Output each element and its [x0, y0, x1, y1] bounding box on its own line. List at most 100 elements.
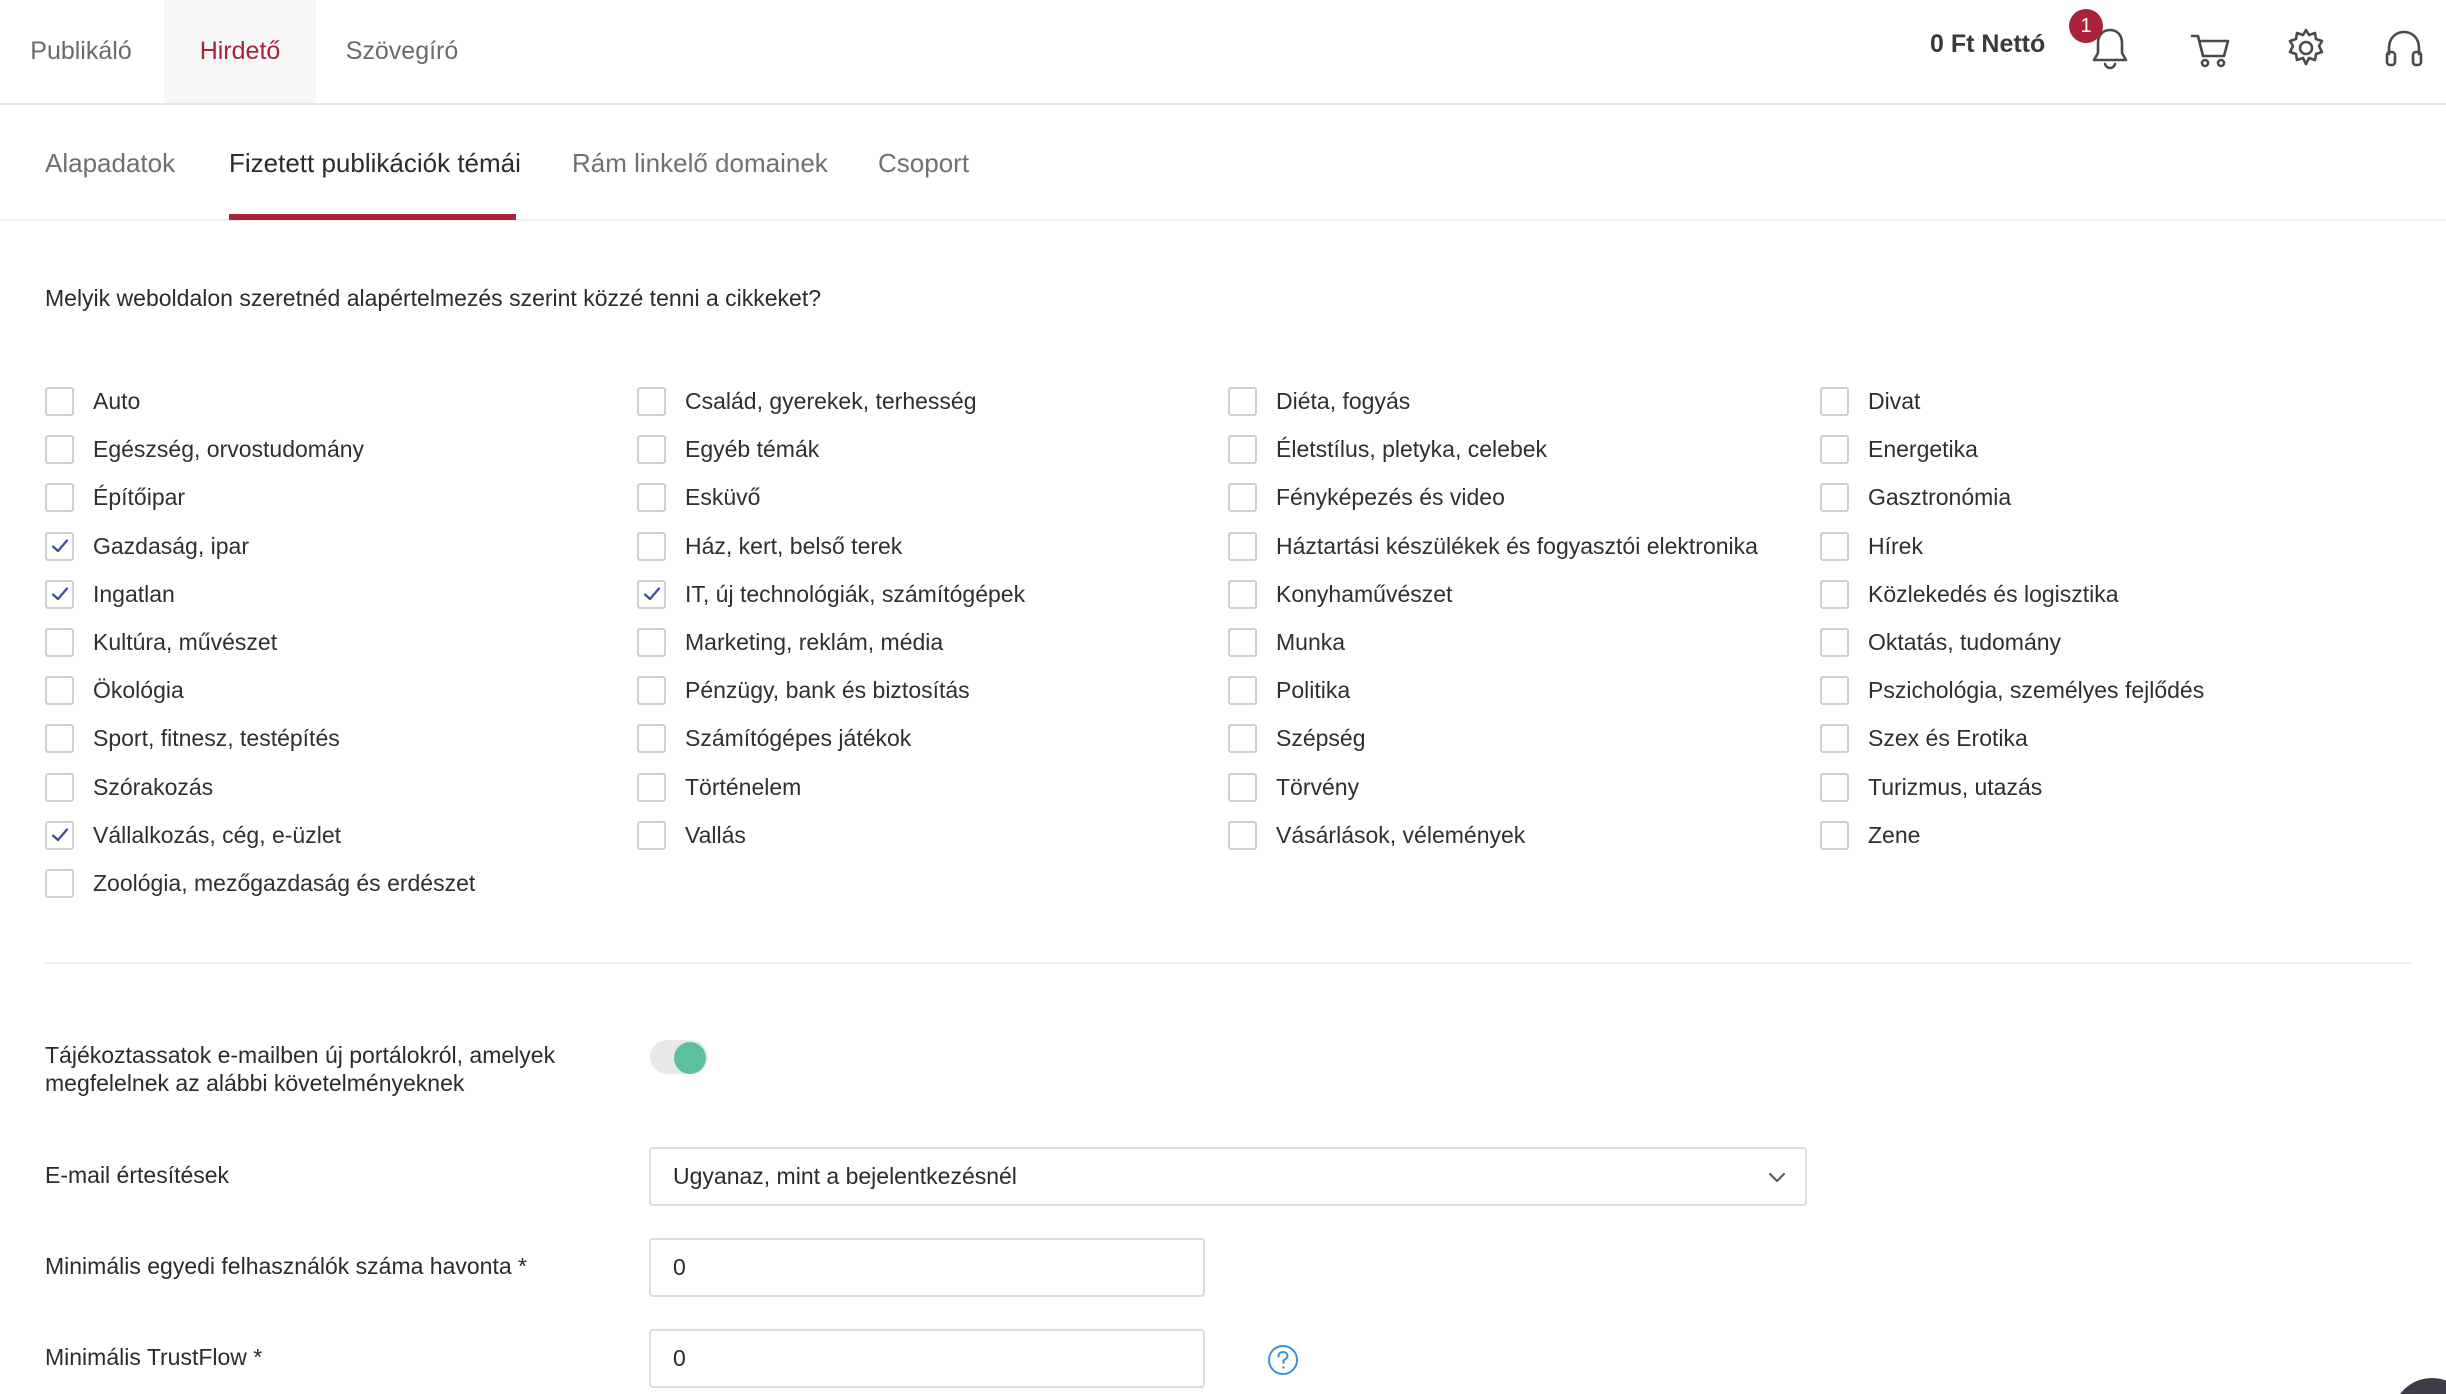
topic-checkbox-item[interactable]: Hírek — [1820, 531, 1923, 561]
topic-checkbox-item[interactable]: Zene — [1820, 820, 1920, 850]
tab-fizetett-publikaciok-temai[interactable]: Fizetett publikációk témái — [229, 105, 521, 221]
topic-checkbox-item[interactable]: Sport, fitnesz, testépítés — [45, 723, 340, 753]
checkbox-unchecked[interactable] — [637, 482, 666, 512]
topic-checkbox-item[interactable]: Egyéb témák — [637, 434, 819, 464]
checkbox-unchecked[interactable] — [45, 482, 74, 512]
topic-checkbox-item[interactable]: Közlekedés és logisztika — [1820, 579, 2119, 609]
topic-checkbox-item[interactable]: Pszichológia, személyes fejlődés — [1820, 675, 2204, 705]
newsletter-toggle-knob[interactable] — [674, 1042, 706, 1074]
checkbox-unchecked[interactable] — [1820, 820, 1849, 850]
topic-checkbox-item[interactable]: Diéta, fogyás — [1228, 386, 1410, 416]
min-users-input[interactable] — [649, 1238, 1205, 1297]
tab-alapadatok[interactable]: Alapadatok — [45, 105, 175, 221]
checkbox-unchecked[interactable] — [1820, 386, 1849, 416]
checkbox-unchecked[interactable] — [1228, 772, 1257, 802]
min-trustflow-input[interactable] — [649, 1329, 1205, 1388]
role-tab-szovegiro[interactable]: Szövegíró — [318, 0, 486, 103]
topic-checkbox-item[interactable]: Törvény — [1228, 772, 1359, 802]
topic-checkbox-item[interactable]: Konyhaművészet — [1228, 579, 1452, 609]
topic-checkbox-item[interactable]: Gazdaság, ipar — [45, 531, 249, 561]
checkbox-unchecked[interactable] — [637, 386, 666, 416]
checkbox-unchecked[interactable] — [637, 627, 666, 657]
checkbox-unchecked[interactable] — [45, 868, 74, 898]
headphones-icon[interactable] — [2382, 24, 2426, 72]
checkbox-unchecked[interactable] — [1228, 531, 1257, 561]
role-tab-hirdeto[interactable]: Hirdető — [164, 0, 316, 103]
checkbox-unchecked[interactable] — [637, 531, 666, 561]
checkbox-checked[interactable] — [637, 579, 666, 609]
gear-icon[interactable] — [2284, 24, 2328, 72]
topic-checkbox-item[interactable]: Vállalkozás, cég, e-üzlet — [45, 820, 341, 850]
help-icon[interactable] — [1267, 1344, 1299, 1376]
checkbox-unchecked[interactable] — [637, 723, 666, 753]
topic-checkbox-item[interactable]: Életstílus, pletyka, celebek — [1228, 434, 1547, 464]
topic-checkbox-item[interactable]: Szórakozás — [45, 772, 213, 802]
checkbox-checked[interactable] — [45, 531, 74, 561]
topic-checkbox-item[interactable]: Energetika — [1820, 434, 1978, 464]
checkbox-unchecked[interactable] — [45, 386, 74, 416]
topic-checkbox-item[interactable]: Ökológia — [45, 675, 184, 705]
checkbox-unchecked[interactable] — [637, 675, 666, 705]
checkbox-unchecked[interactable] — [1820, 627, 1849, 657]
cart-icon[interactable] — [2188, 24, 2232, 72]
checkbox-unchecked[interactable] — [45, 627, 74, 657]
checkbox-checked[interactable] — [45, 820, 74, 850]
topic-checkbox-item[interactable]: Pénzügy, bank és biztosítás — [637, 675, 970, 705]
topic-checkbox-item[interactable]: Egészség, orvostudomány — [45, 434, 364, 464]
tab-csoport[interactable]: Csoport — [878, 105, 969, 221]
topic-checkbox-item[interactable]: Történelem — [637, 772, 801, 802]
topic-checkbox-item[interactable]: IT, új technológiák, számítógépek — [637, 579, 1025, 609]
topic-label: Számítógépes játékok — [685, 724, 912, 751]
balance-display[interactable]: 0 Ft Nettó — [1930, 30, 2045, 59]
checkbox-unchecked[interactable] — [1820, 723, 1849, 753]
topic-checkbox-item[interactable]: Vásárlások, vélemények — [1228, 820, 1525, 850]
checkbox-unchecked[interactable] — [1228, 820, 1257, 850]
topic-checkbox-item[interactable]: Szex és Erotika — [1820, 723, 2028, 753]
checkbox-unchecked[interactable] — [1820, 579, 1849, 609]
topic-checkbox-item[interactable]: Vallás — [637, 820, 746, 850]
email-notifications-select[interactable]: Ugyanaz, mint a bejelentkezésnél — [649, 1147, 1807, 1206]
topic-checkbox-item[interactable]: Marketing, reklám, média — [637, 627, 943, 657]
checkbox-unchecked[interactable] — [1228, 723, 1257, 753]
topic-checkbox-item[interactable]: Oktatás, tudomány — [1820, 627, 2061, 657]
checkbox-unchecked[interactable] — [1228, 579, 1257, 609]
topic-checkbox-item[interactable]: Zoológia, mezőgazdaság és erdészet — [45, 868, 475, 898]
topic-checkbox-item[interactable]: Divat — [1820, 386, 1920, 416]
checkbox-unchecked[interactable] — [45, 675, 74, 705]
role-tab-publikalo[interactable]: Publikáló — [0, 0, 162, 103]
checkbox-unchecked[interactable] — [1228, 675, 1257, 705]
checkbox-unchecked[interactable] — [1820, 531, 1849, 561]
checkbox-unchecked[interactable] — [1228, 434, 1257, 464]
topic-checkbox-item[interactable]: Szépség — [1228, 723, 1366, 753]
checkbox-unchecked[interactable] — [637, 434, 666, 464]
topic-checkbox-item[interactable]: Auto — [45, 386, 140, 416]
topic-checkbox-item[interactable]: Építőipar — [45, 482, 185, 512]
topic-checkbox-item[interactable]: Fényképezés és video — [1228, 482, 1505, 512]
topic-checkbox-item[interactable]: Ingatlan — [45, 579, 175, 609]
topic-checkbox-item[interactable]: Számítógépes játékok — [637, 723, 911, 753]
checkbox-unchecked[interactable] — [45, 772, 74, 802]
checkbox-unchecked[interactable] — [45, 723, 74, 753]
checkbox-unchecked[interactable] — [1228, 627, 1257, 657]
checkbox-unchecked[interactable] — [45, 434, 74, 464]
checkbox-checked[interactable] — [45, 579, 74, 609]
topic-checkbox-item[interactable]: Ház, kert, belső terek — [637, 531, 902, 561]
checkbox-unchecked[interactable] — [1820, 434, 1849, 464]
topic-checkbox-item[interactable]: Háztartási készülékek és fogyasztói elek… — [1228, 531, 1758, 561]
checkbox-unchecked[interactable] — [1820, 675, 1849, 705]
topic-checkbox-item[interactable]: Esküvő — [637, 482, 760, 512]
checkbox-unchecked[interactable] — [637, 820, 666, 850]
checkbox-unchecked[interactable] — [1820, 482, 1849, 512]
tab-ram-linkelo-domainek[interactable]: Rám linkelő domainek — [572, 105, 828, 221]
topic-checkbox-item[interactable]: Kultúra, művészet — [45, 627, 277, 657]
checkbox-unchecked[interactable] — [1228, 482, 1257, 512]
checkbox-unchecked[interactable] — [637, 772, 666, 802]
checkbox-unchecked[interactable] — [1228, 386, 1257, 416]
topic-checkbox-item[interactable]: Gasztronómia — [1820, 482, 2011, 512]
chat-widget-button[interactable] — [2392, 1378, 2446, 1394]
topic-checkbox-item[interactable]: Család, gyerekek, terhesség — [637, 386, 977, 416]
topic-checkbox-item[interactable]: Munka — [1228, 627, 1345, 657]
topic-checkbox-item[interactable]: Turizmus, utazás — [1820, 772, 2042, 802]
topic-checkbox-item[interactable]: Politika — [1228, 675, 1350, 705]
checkbox-unchecked[interactable] — [1820, 772, 1849, 802]
